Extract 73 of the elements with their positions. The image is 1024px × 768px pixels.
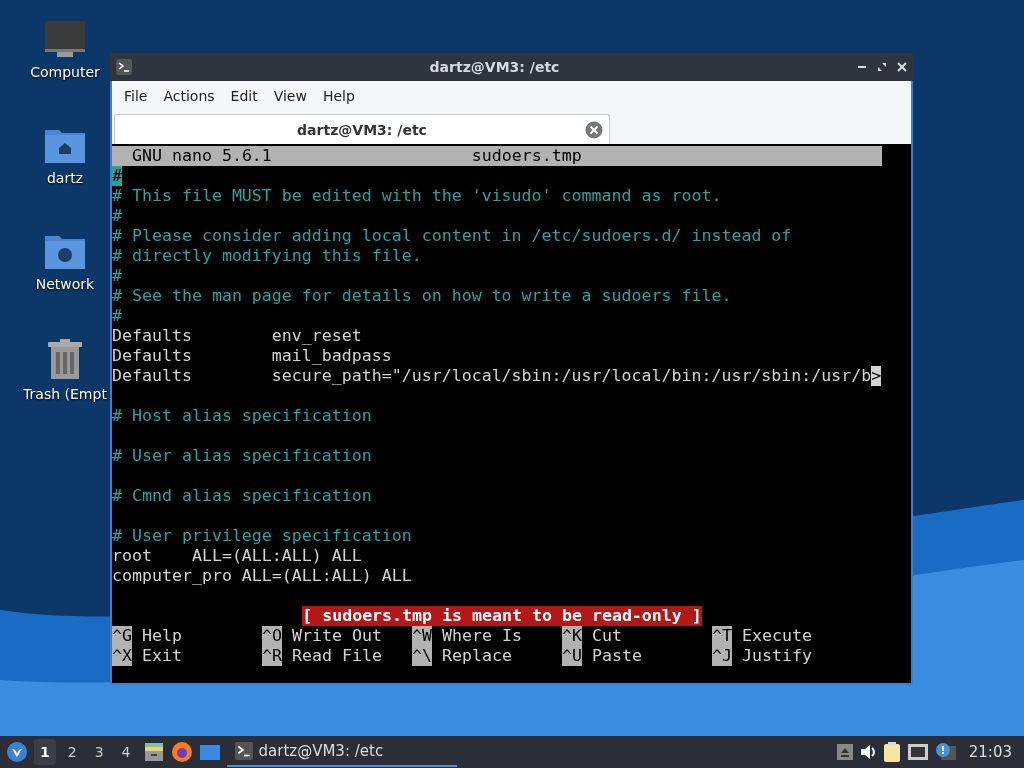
- shortcut-label: Help: [142, 626, 182, 646]
- clock[interactable]: 21:03: [968, 743, 1012, 761]
- network-wired-icon[interactable]: [906, 743, 929, 761]
- comment-line: # Host alias specification: [112, 406, 372, 426]
- workspace-button[interactable]: 3: [88, 739, 110, 765]
- comment-line: # User alias specification: [112, 446, 372, 466]
- menu-item[interactable]: Edit: [222, 87, 266, 104]
- desktop-icon-label[interactable]: dartz: [46, 170, 84, 186]
- file-cabinet-icon[interactable]: [142, 741, 165, 763]
- maximize-icon[interactable]: [877, 62, 887, 72]
- shortcut-label: Write Out: [292, 626, 382, 646]
- shortcut-key: ^T: [712, 626, 732, 646]
- shortcut-key: ^R: [262, 646, 282, 666]
- close-icon[interactable]: [585, 121, 603, 139]
- workspace-button[interactable]: 2: [61, 739, 83, 765]
- file-name: sudoers.tmp: [471, 146, 582, 166]
- comment-line: # Please consider adding local content in /etc/sudoers.d/ instead of: [112, 226, 792, 246]
- notification-icon[interactable]: [934, 742, 957, 762]
- comment-line: #: [112, 206, 122, 226]
- shortcut-key: ^J: [712, 646, 732, 666]
- comment-line: #: [112, 306, 122, 326]
- comment-line: # directly modifying this file.: [112, 246, 422, 266]
- shortcut-key: ^O: [262, 626, 282, 646]
- workspace-button[interactable]: 1: [34, 739, 56, 765]
- comment-line: # This file MUST be edited with the 'visudo' command as root.: [112, 186, 722, 206]
- overflow-marker: >: [871, 366, 882, 386]
- terminal-icon: [116, 59, 132, 75]
- workspace-button[interactable]: 4: [115, 739, 137, 765]
- shortcut-label: Paste: [592, 646, 642, 666]
- comment-line: # User privilege specification: [112, 526, 412, 546]
- shortcut-label: Read File: [292, 646, 382, 666]
- terminal-icon: [234, 742, 253, 760]
- comment-line: # See the man page for details on how to write a sudoers file.: [112, 286, 732, 306]
- menu-item[interactable]: View: [265, 87, 315, 104]
- shortcut-key: ^\: [412, 646, 432, 666]
- eject-icon[interactable]: [836, 744, 853, 760]
- desktop-icon-label[interactable]: Computer: [30, 64, 100, 80]
- comment-line: #: [112, 266, 122, 286]
- browser-icon[interactable]: [170, 741, 193, 763]
- code-line: computer_pro ALL=(ALL:ALL) ALL: [112, 566, 412, 586]
- code-line: root ALL=(ALL:ALL) ALL: [112, 546, 362, 566]
- shortcut-label: Cut: [592, 626, 622, 646]
- comment-line: # Cmnd alias specification: [112, 486, 372, 506]
- code-line: Defaults env_reset: [112, 326, 362, 346]
- close-icon[interactable]: [897, 62, 907, 72]
- nano-version: GNU nano 5.6.1: [131, 146, 272, 166]
- tab[interactable]: dartz@VM3: /etc: [114, 114, 610, 144]
- shortcut-key: ^X: [112, 646, 132, 666]
- cursor-character: #: [112, 166, 122, 186]
- menu-item[interactable]: File: [116, 87, 156, 104]
- code-line: Defaults mail_badpass: [112, 346, 392, 366]
- start-menu-icon[interactable]: [6, 741, 28, 763]
- shortcut-label: Execute: [742, 626, 812, 646]
- menu-item[interactable]: Actions: [155, 87, 223, 104]
- shortcut-key: ^U: [562, 646, 582, 666]
- menu-item[interactable]: Help: [314, 87, 363, 104]
- desktop-icon-label[interactable]: Trash (Empt: [23, 386, 107, 402]
- taskbar-window-button[interactable]: dartz@VM3: /etc: [226, 737, 457, 767]
- desktop-icon-label[interactable]: Network: [35, 276, 95, 292]
- shortcut-label: Where Is: [442, 626, 522, 646]
- trash-icon[interactable]: [47, 338, 83, 380]
- shortcut-label: Justify: [742, 646, 812, 666]
- window-title: dartz@VM3: /etc: [428, 59, 561, 75]
- shortcut-key: ^K: [562, 626, 582, 646]
- monitor-icon[interactable]: [44, 20, 86, 58]
- volume-icon[interactable]: [858, 743, 877, 761]
- shortcut-key: ^W: [412, 626, 432, 646]
- clipboard-icon[interactable]: [882, 741, 901, 763]
- shortcut-label: Replace: [442, 646, 512, 666]
- shortcut-label: Exit: [142, 646, 182, 666]
- status-message: [ sudoers.tmp is meant to be read-only ]: [302, 606, 702, 626]
- code-line: Defaults secure_path="/usr/local/sbin:/usr/local/bin:/usr/sbin:/usr/b: [112, 366, 872, 386]
- shortcut-key: ^G: [112, 626, 132, 646]
